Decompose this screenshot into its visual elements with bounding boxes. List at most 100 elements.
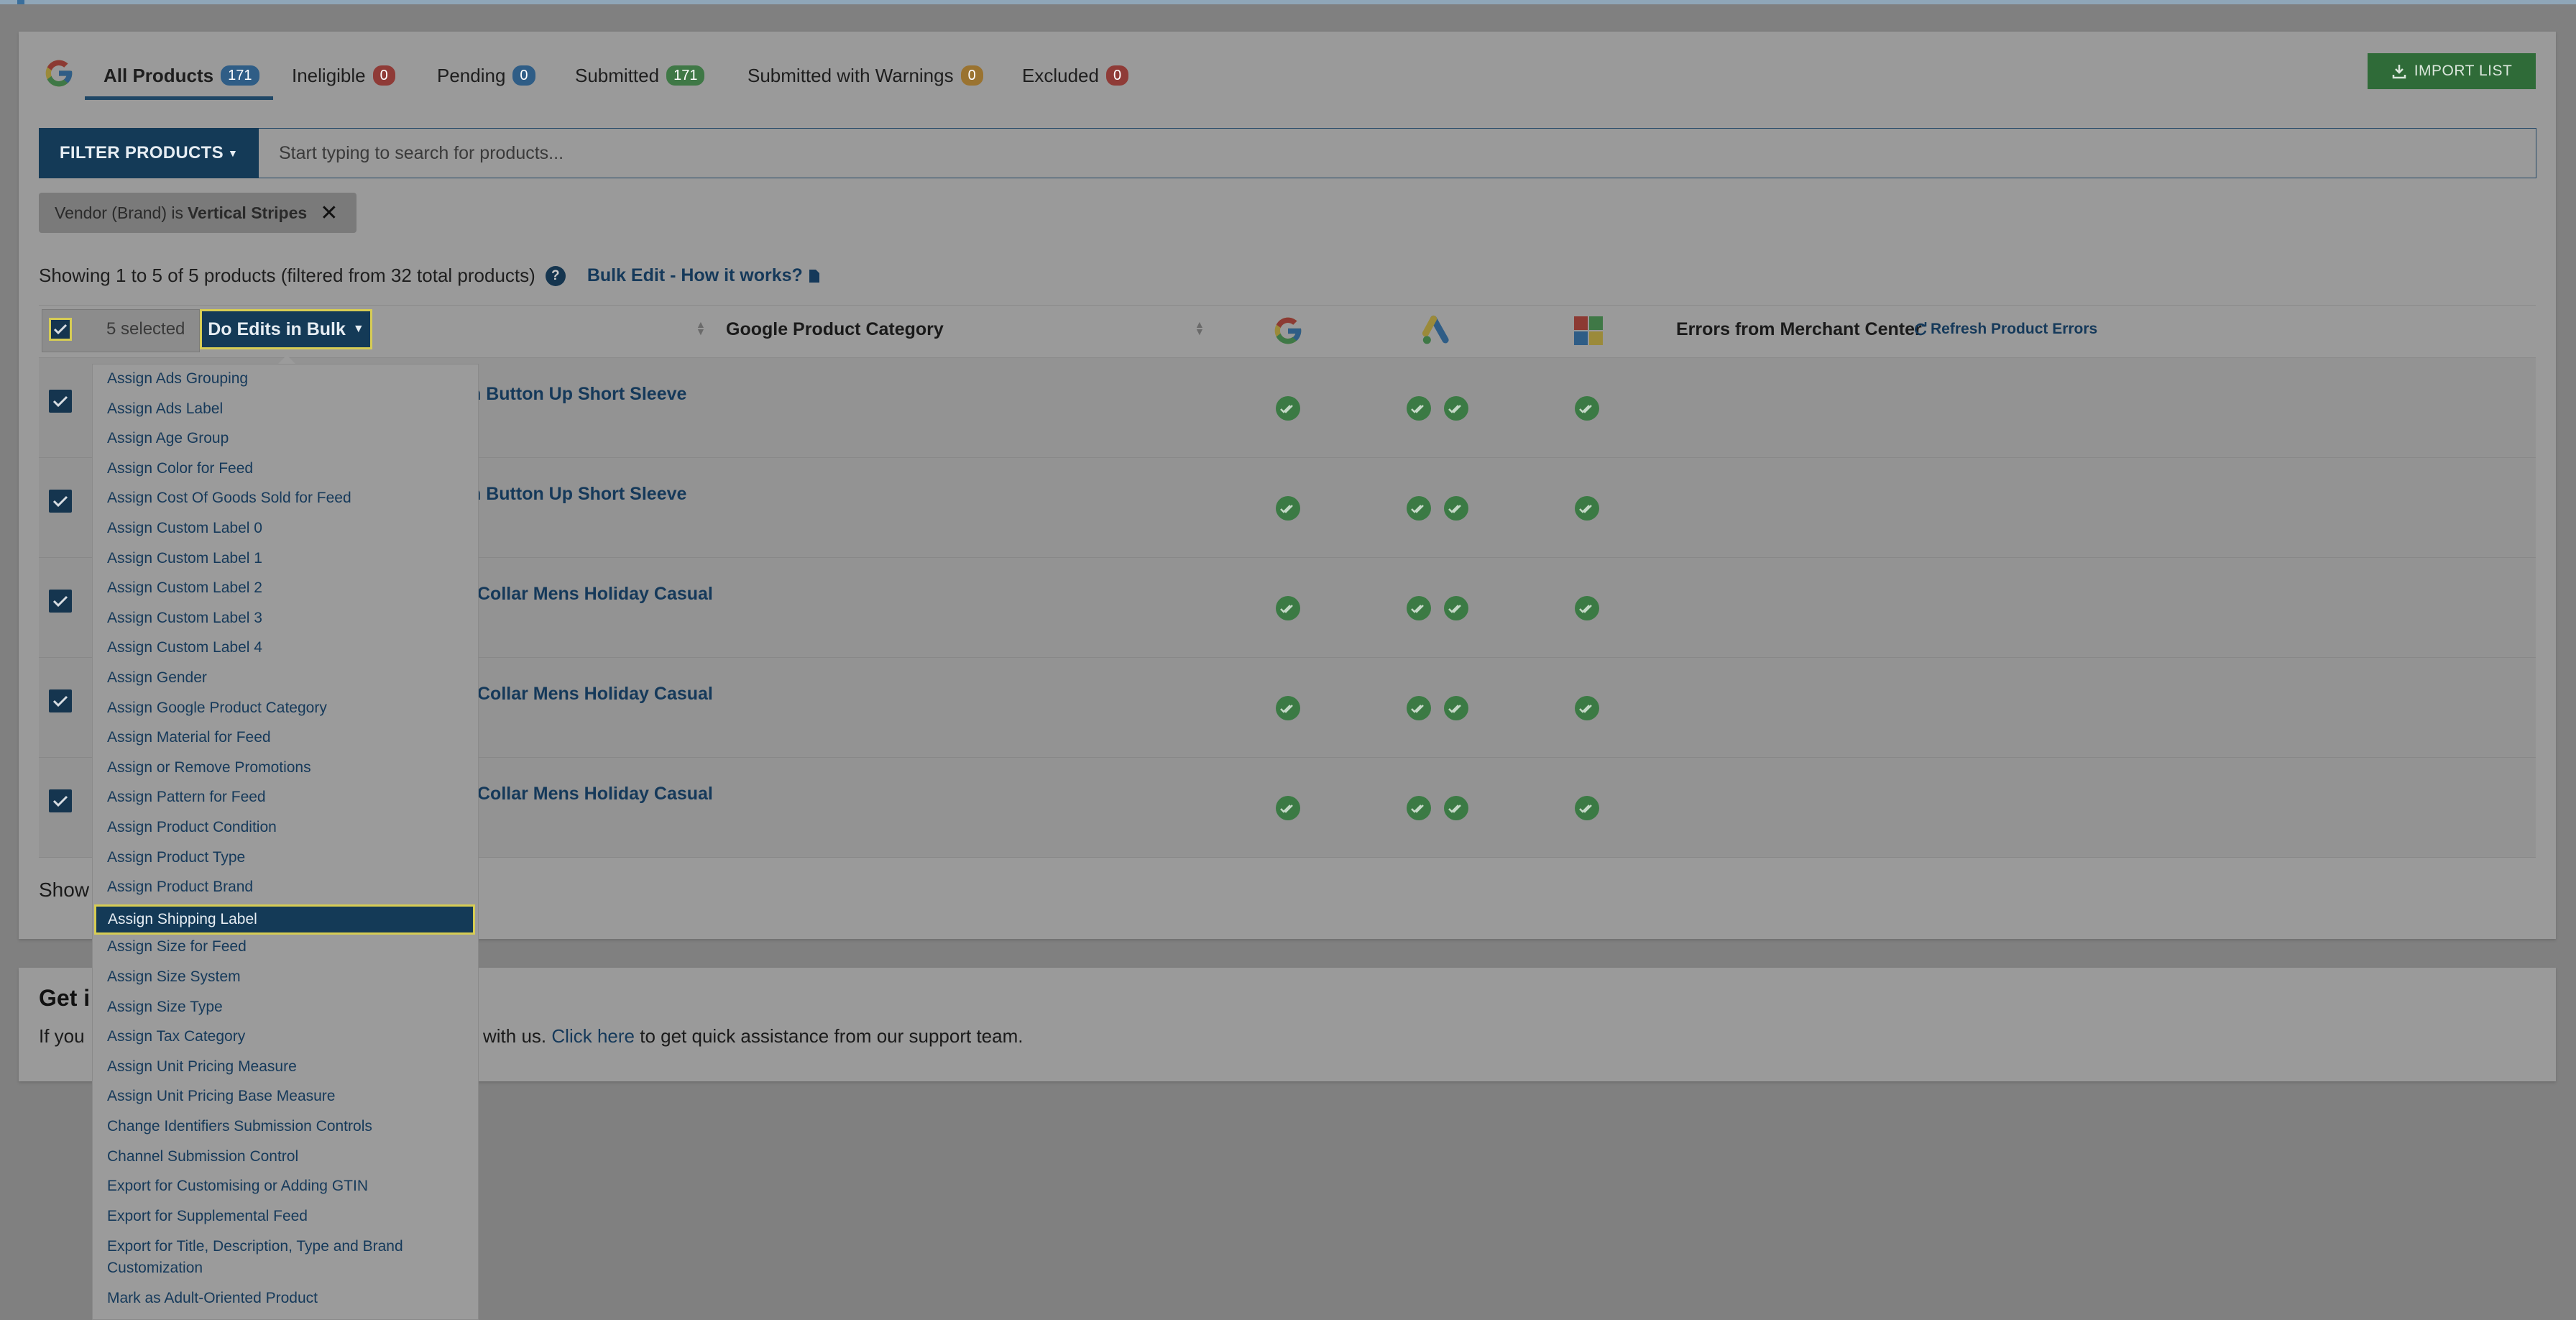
bulk-menu-item[interactable]: Assign Product Brand <box>107 877 253 897</box>
double-check-icon <box>1575 596 1599 620</box>
do-edits-in-bulk-button[interactable]: Do Edits in Bulk ▼ <box>200 309 372 349</box>
active-tab-underline <box>85 96 273 100</box>
tab-all-products[interactable]: All Products 171 <box>104 60 259 91</box>
bulk-menu-item[interactable]: Assign Unit Pricing Base Measure <box>107 1086 335 1106</box>
double-check-icon <box>1276 796 1300 820</box>
count-badge: 171 <box>221 65 259 86</box>
microsoft-icon <box>1574 316 1603 345</box>
bulk-menu-item[interactable]: Assign Size System <box>107 967 241 987</box>
double-check-icon <box>1444 696 1468 720</box>
help-icon[interactable]: ? <box>545 265 566 286</box>
refresh-errors-link[interactable]: Refresh Product Errors <box>1913 321 2097 338</box>
product-title-link[interactable]: Collar Mens Holiday Casual <box>477 784 713 805</box>
bulk-menu-item[interactable]: Assign Product Condition <box>107 817 277 838</box>
double-check-icon <box>1575 696 1599 720</box>
select-all-checkbox[interactable] <box>49 318 72 341</box>
row-checkbox[interactable] <box>49 689 72 712</box>
bulk-menu-item[interactable]: Assign Size for Feed <box>107 937 247 957</box>
bulk-menu-item[interactable]: Assign Shipping Label <box>94 904 475 935</box>
show-entries-label: Show <box>39 879 90 901</box>
google-ads-icon <box>1422 315 1449 344</box>
double-check-icon <box>1575 496 1599 521</box>
google-logo-icon <box>45 60 73 87</box>
results-summary: Showing 1 to 5 of 5 products (filtered f… <box>39 265 820 287</box>
product-title-link[interactable]: h Button Up Short Sleeve <box>470 384 686 405</box>
download-icon <box>2392 65 2406 79</box>
checkmark-icon <box>52 695 68 707</box>
double-check-icon <box>1575 796 1599 820</box>
bulk-menu-item[interactable]: Assign Age Group <box>107 428 229 449</box>
count-badge: 0 <box>372 65 395 86</box>
bulk-menu-item[interactable]: Assign Google Product Category <box>107 698 327 718</box>
product-title-link[interactable]: Collar Mens Holiday Casual <box>477 684 713 705</box>
tab-submitted[interactable]: Submitted 171 <box>575 60 705 91</box>
help-section-title: Get i <box>39 985 91 1011</box>
bulk-menu-item[interactable]: Assign Tax Category <box>107 1027 245 1047</box>
product-search-input[interactable] <box>259 142 2536 165</box>
double-check-icon <box>1407 796 1431 820</box>
bulk-menu-item[interactable]: Assign Custom Label 3 <box>107 608 262 628</box>
tab-excluded[interactable]: Excluded 0 <box>1022 60 1129 91</box>
sort-icon[interactable]: ▲ ▼ <box>696 319 706 336</box>
google-channel-icon <box>1274 317 1302 344</box>
bulk-menu-item[interactable]: Assign Ads Label <box>107 399 223 419</box>
bulk-menu-item[interactable]: Assign Custom Label 1 <box>107 549 262 569</box>
sort-icon[interactable]: ▲ ▼ <box>1195 319 1205 336</box>
row-checkbox[interactable] <box>49 590 72 613</box>
bulk-menu-item[interactable]: Assign Product Type <box>107 848 245 868</box>
double-check-icon <box>1276 396 1300 421</box>
double-check-icon <box>1276 596 1300 620</box>
active-filter-chip: Vendor (Brand) is Vertical Stripes ✕ <box>39 193 357 233</box>
tab-pending[interactable]: Pending 0 <box>437 60 535 91</box>
checkmark-icon <box>52 795 68 807</box>
tab-ineligible[interactable]: Ineligible 0 <box>292 60 395 91</box>
bulk-menu-item[interactable]: Assign Cost Of Goods Sold for Feed <box>107 488 351 508</box>
double-check-icon <box>1407 596 1431 620</box>
count-badge: 0 <box>960 65 983 86</box>
bulk-menu-item[interactable]: Assign Gender <box>107 668 207 688</box>
bulk-menu-item[interactable]: Export for Supplemental Feed <box>107 1206 308 1227</box>
caret-down-icon: ▼ <box>227 147 239 159</box>
import-list-button[interactable]: IMPORT LIST <box>2368 53 2536 89</box>
column-header-errors: Errors from Merchant Center <box>1676 319 1922 339</box>
bulk-menu-item[interactable]: Assign Custom Label 2 <box>107 578 262 598</box>
search-box <box>259 128 2536 178</box>
top-accent-bar <box>0 0 2576 4</box>
bulk-menu-item[interactable]: Assign Pattern for Feed <box>107 787 266 807</box>
bulk-menu-item[interactable]: Channel Submission Control <box>107 1147 298 1167</box>
double-check-icon <box>1276 496 1300 521</box>
double-check-icon <box>1276 696 1300 720</box>
bulk-menu-item[interactable]: Assign Custom Label 0 <box>107 518 262 538</box>
bulk-menu-item[interactable]: Assign Color for Feed <box>107 459 253 479</box>
checkmark-icon <box>52 595 68 608</box>
checkmark-icon <box>52 495 68 508</box>
bulk-menu-item[interactable]: Export for Customising or Adding GTIN <box>107 1176 368 1196</box>
support-link[interactable]: Click here <box>551 1025 635 1047</box>
bulk-menu-item[interactable]: Assign Unit Pricing Measure <box>107 1057 297 1077</box>
filter-products-button[interactable]: FILTER PRODUCTS ▼ <box>39 128 259 178</box>
product-title-link[interactable]: h Button Up Short Sleeve <box>470 484 686 505</box>
close-icon[interactable]: ✕ <box>320 201 338 226</box>
bulk-edit-menu: Assign Ads Grouping Assign Ads Label Assig… <box>92 364 479 1320</box>
bulk-menu-item[interactable]: Change Identifiers Submission Controls <box>107 1117 372 1137</box>
count-badge: 0 <box>512 65 535 86</box>
row-checkbox[interactable] <box>49 789 72 812</box>
bulk-menu-item[interactable]: Assign or Remove Promotions <box>107 758 311 778</box>
bulk-menu-item[interactable]: Assign Custom Label 4 <box>107 638 262 658</box>
column-header-category[interactable]: Google Product Category <box>726 319 944 340</box>
double-check-icon <box>1407 396 1431 421</box>
bulk-menu-item[interactable]: Assign Ads Grouping <box>107 369 248 389</box>
help-text-rest: with us. Click here to get quick assista… <box>483 1025 1024 1047</box>
tab-submitted-with-warnings[interactable]: Submitted with Warnings 0 <box>748 60 983 91</box>
bulk-menu-item[interactable]: Export for Title, Description, Type and … <box>107 1236 445 1279</box>
bulk-edit-help-link[interactable]: Bulk Edit - How it works? <box>587 265 820 286</box>
row-checkbox[interactable] <box>49 390 72 413</box>
bulk-menu-item[interactable]: Assign Size Type <box>107 997 223 1017</box>
bulk-menu-item[interactable]: Mark as Adult-Oriented Product <box>107 1288 318 1308</box>
bulk-menu-item[interactable]: Assign Material for Feed <box>107 728 271 748</box>
row-checkbox[interactable] <box>49 490 72 513</box>
double-check-icon <box>1444 496 1468 521</box>
count-badge: 0 <box>1105 65 1129 86</box>
document-icon <box>809 269 819 283</box>
product-title-link[interactable]: Collar Mens Holiday Casual <box>477 584 713 605</box>
